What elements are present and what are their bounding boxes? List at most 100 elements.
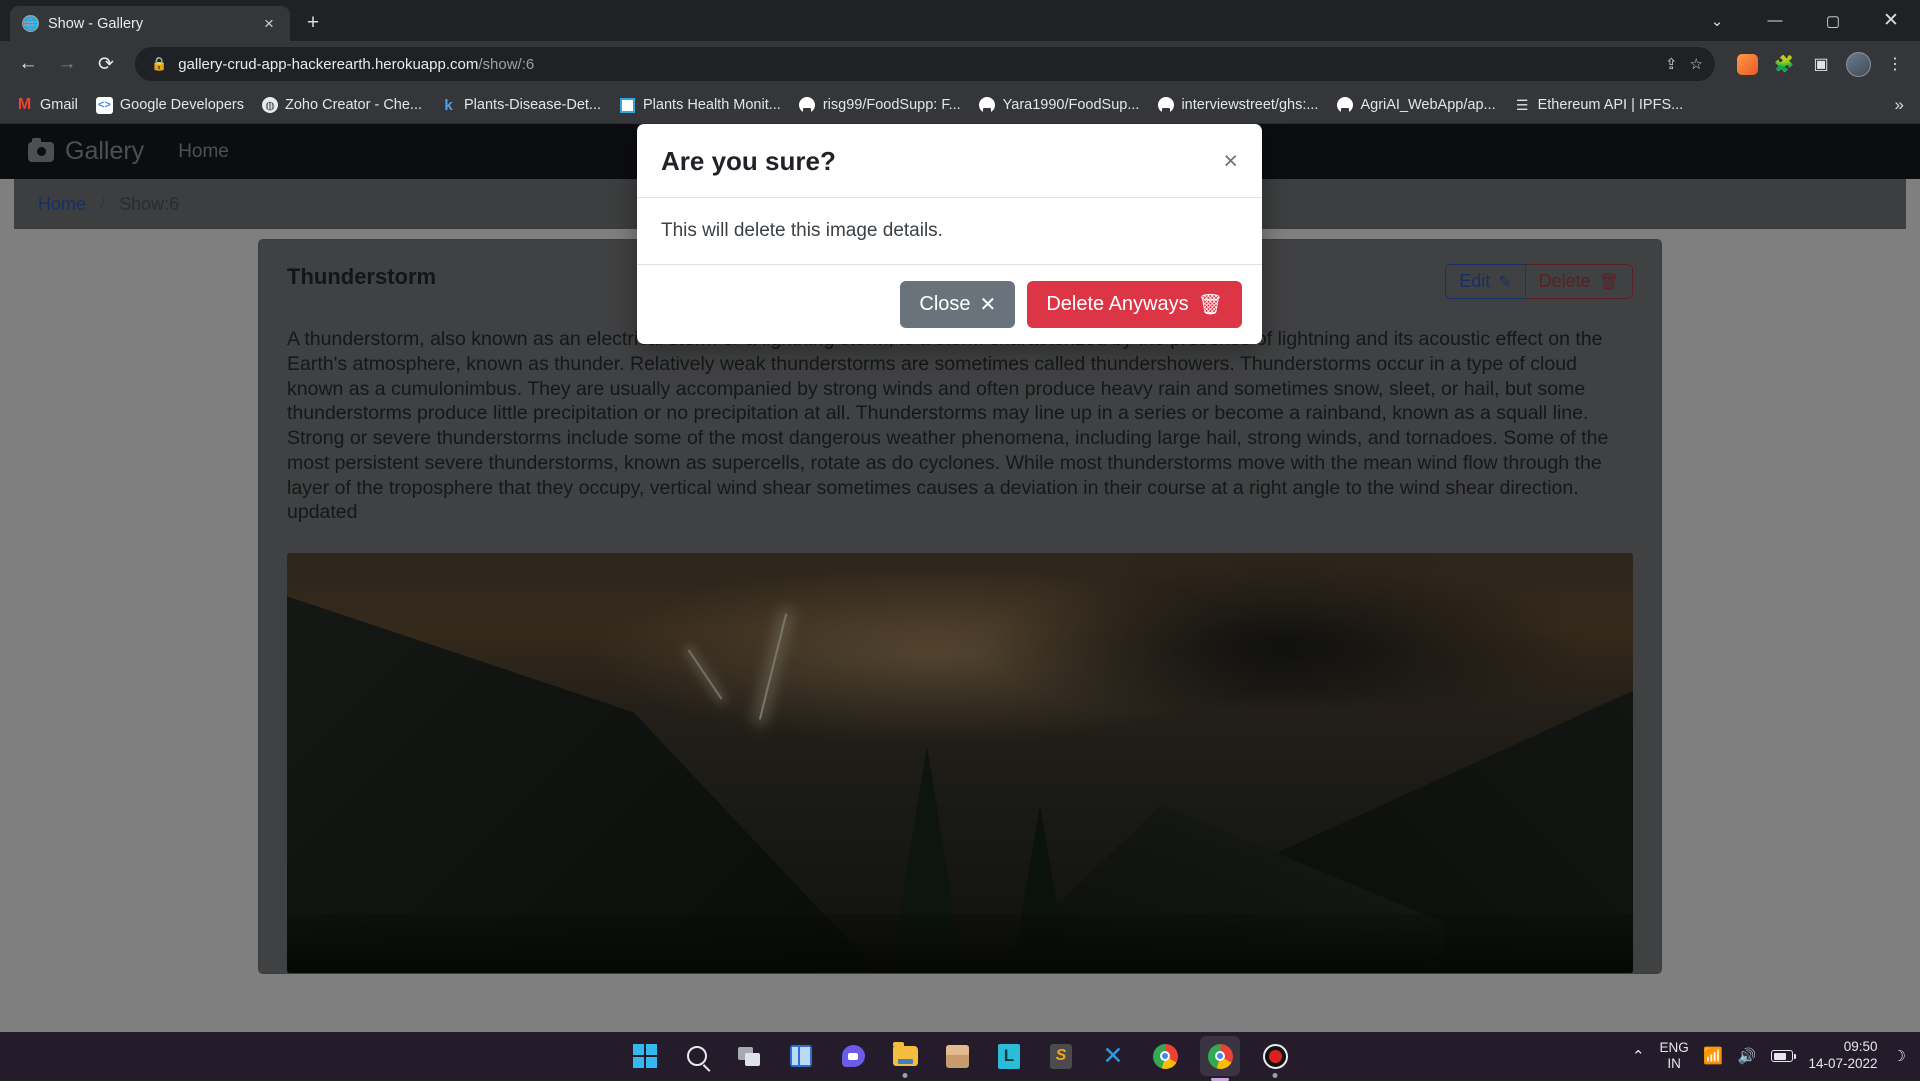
bookmark-item[interactable]: M Gmail xyxy=(8,93,86,118)
moon-icon[interactable]: ☽ xyxy=(1893,1047,1906,1065)
language-indicator[interactable]: ENG IN xyxy=(1660,1040,1689,1071)
close-icon[interactable]: × xyxy=(1223,149,1238,174)
speaker-icon[interactable]: 🔊 xyxy=(1738,1047,1757,1065)
bookmark-label: Google Developers xyxy=(120,97,244,113)
clock-date: 14-07-2022 xyxy=(1808,1056,1877,1071)
letter-l-icon: L xyxy=(998,1044,1020,1069)
lightshot-app-button[interactable]: L xyxy=(992,1039,1026,1073)
record-icon xyxy=(1263,1044,1288,1069)
bookmarks-bar: M Gmail <> Google Developers ◍ Zoho Crea… xyxy=(0,87,1920,124)
windows-logo-icon xyxy=(633,1044,657,1068)
task-view-button[interactable] xyxy=(732,1039,766,1073)
trash-icon: 🗑 xyxy=(1198,292,1223,317)
clock[interactable]: 09:50 14-07-2022 xyxy=(1808,1039,1877,1073)
share-icon[interactable]: ⇪ xyxy=(1665,55,1678,73)
search-icon xyxy=(687,1046,707,1066)
bookmark-item[interactable]: risg99/FoodSupp: F... xyxy=(791,93,969,118)
chrome-button[interactable] xyxy=(1148,1039,1182,1073)
wifi-icon[interactable]: 📶 xyxy=(1704,1049,1723,1064)
extension-fox-icon[interactable] xyxy=(1732,49,1762,79)
search-button[interactable] xyxy=(680,1039,714,1073)
bookmark-label: Plants Health Monit... xyxy=(643,97,781,113)
close-button-label: Close xyxy=(919,293,970,316)
clock-time: 09:50 xyxy=(1844,1039,1878,1054)
browser-tab[interactable]: 🌐 Show - Gallery × xyxy=(10,6,290,41)
profile-avatar[interactable] xyxy=(1843,49,1873,79)
github-icon xyxy=(1157,97,1174,114)
bookmark-item[interactable]: Yara1990/FoodSup... xyxy=(971,93,1148,118)
modal-body-text: This will delete this image details. xyxy=(637,198,1262,265)
globe-icon: ◍ xyxy=(262,97,278,113)
close-button[interactable]: Close ✕ xyxy=(900,281,1015,328)
modal-footer: Close ✕ Delete Anyways 🗑 xyxy=(637,265,1262,344)
bookmark-item[interactable]: <> Google Developers xyxy=(88,93,252,118)
gmail-icon: M xyxy=(16,97,33,114)
bookmarks-overflow-icon[interactable]: » xyxy=(1887,95,1912,115)
bookmark-star-icon[interactable]: ☆ xyxy=(1690,55,1703,73)
modal-title: Are you sure? xyxy=(661,146,836,177)
back-icon[interactable]: ← xyxy=(10,46,46,82)
window-controls: ⌄ — ▢ ✕ xyxy=(1688,0,1920,41)
close-x-icon: ✕ xyxy=(980,292,997,317)
task-view-icon xyxy=(738,1047,760,1066)
globe-icon: 🌐 xyxy=(22,15,39,32)
sublime-text-button[interactable]: S xyxy=(1044,1039,1078,1073)
battery-icon[interactable] xyxy=(1771,1050,1793,1062)
maximize-button[interactable]: ▢ xyxy=(1804,0,1862,41)
bookmark-label: AgriAI_WebApp/ap... xyxy=(1360,97,1495,113)
page-viewport: Gallery Home Home / Show:6 Thunderstorm … xyxy=(0,124,1920,1080)
vs-code-button[interactable]: ✕ xyxy=(1096,1039,1130,1073)
bookmark-item[interactable]: Plants Health Monit... xyxy=(611,93,789,118)
minimize-button[interactable]: — xyxy=(1746,0,1804,41)
delete-anyways-button[interactable]: Delete Anyways 🗑 xyxy=(1027,281,1242,328)
forward-icon[interactable]: → xyxy=(49,46,85,82)
browser-window: 🌐 Show - Gallery × + ⌄ — ▢ ✕ ← → ⟳ 🔒 gal… xyxy=(0,0,1920,1080)
bookmark-label: Gmail xyxy=(40,97,78,113)
lock-icon: 🔒 xyxy=(151,56,167,72)
windows-taskbar: L S ✕ ⌃ ENG IN 📶 🔊 09:50 14-07-20 xyxy=(0,1032,1920,1080)
box-icon xyxy=(946,1045,969,1068)
kaggle-icon: k xyxy=(440,97,457,114)
tab-title: Show - Gallery xyxy=(48,16,247,32)
github-icon xyxy=(979,97,996,114)
bookmark-label: Zoho Creator - Che... xyxy=(285,97,422,113)
bookmark-label: Plants-Disease-Det... xyxy=(464,97,601,113)
puzzle-extensions-icon[interactable]: 🧩 xyxy=(1769,49,1799,79)
bookmark-item[interactable]: interviewstreet/ghs:... xyxy=(1149,93,1326,118)
file-explorer-button[interactable] xyxy=(888,1039,922,1073)
bookmark-item[interactable]: ◍ Zoho Creator - Che... xyxy=(254,93,430,117)
new-tab-button[interactable]: + xyxy=(300,10,326,36)
github-icon xyxy=(1336,97,1353,114)
side-panel-icon[interactable]: ▣ xyxy=(1806,49,1836,79)
close-icon[interactable]: × xyxy=(256,11,282,37)
address-bar[interactable]: 🔒 gallery-crud-app-hackerearth.herokuapp… xyxy=(135,47,1715,81)
delete-anyways-label: Delete Anyways xyxy=(1046,293,1188,316)
close-window-button[interactable]: ✕ xyxy=(1862,0,1920,41)
chevron-down-icon[interactable]: ⌄ xyxy=(1688,0,1746,41)
ethereum-icon: ☰ xyxy=(1514,97,1531,114)
taskbar-apps: L S ✕ xyxy=(628,1036,1292,1076)
chrome-active-button[interactable] xyxy=(1200,1036,1240,1076)
widgets-icon xyxy=(790,1045,812,1067)
teams-icon xyxy=(842,1045,865,1067)
bookmark-item[interactable]: ☰ Ethereum API | IPFS... xyxy=(1506,93,1692,118)
chevron-up-icon[interactable]: ⌃ xyxy=(1632,1047,1645,1065)
language-secondary: IN xyxy=(1667,1056,1681,1071)
reload-icon[interactable]: ⟳ xyxy=(88,46,124,82)
bookmark-item[interactable]: k Plants-Disease-Det... xyxy=(432,93,609,118)
bookmark-label: risg99/FoodSupp: F... xyxy=(823,97,961,113)
language-primary: ENG xyxy=(1660,1040,1689,1055)
bookmark-item[interactable]: AgriAI_WebApp/ap... xyxy=(1328,93,1503,118)
start-button[interactable] xyxy=(628,1039,662,1073)
folder-icon xyxy=(893,1046,918,1066)
delete-confirmation-modal: Are you sure? × This will delete this im… xyxy=(637,124,1262,344)
vscode-icon: ✕ xyxy=(1101,1044,1125,1068)
screen-recorder-button[interactable] xyxy=(1258,1039,1292,1073)
kebab-menu-icon[interactable]: ⋮ xyxy=(1880,49,1910,79)
chrome-icon xyxy=(1208,1044,1233,1069)
teams-chat-button[interactable] xyxy=(836,1039,870,1073)
system-tray: ⌃ ENG IN 📶 🔊 09:50 14-07-2022 ☽ xyxy=(1632,1039,1906,1073)
widgets-button[interactable] xyxy=(784,1039,818,1073)
package-app-button[interactable] xyxy=(940,1039,974,1073)
browser-toolbar: ← → ⟳ 🔒 gallery-crud-app-hackerearth.her… xyxy=(0,41,1920,87)
